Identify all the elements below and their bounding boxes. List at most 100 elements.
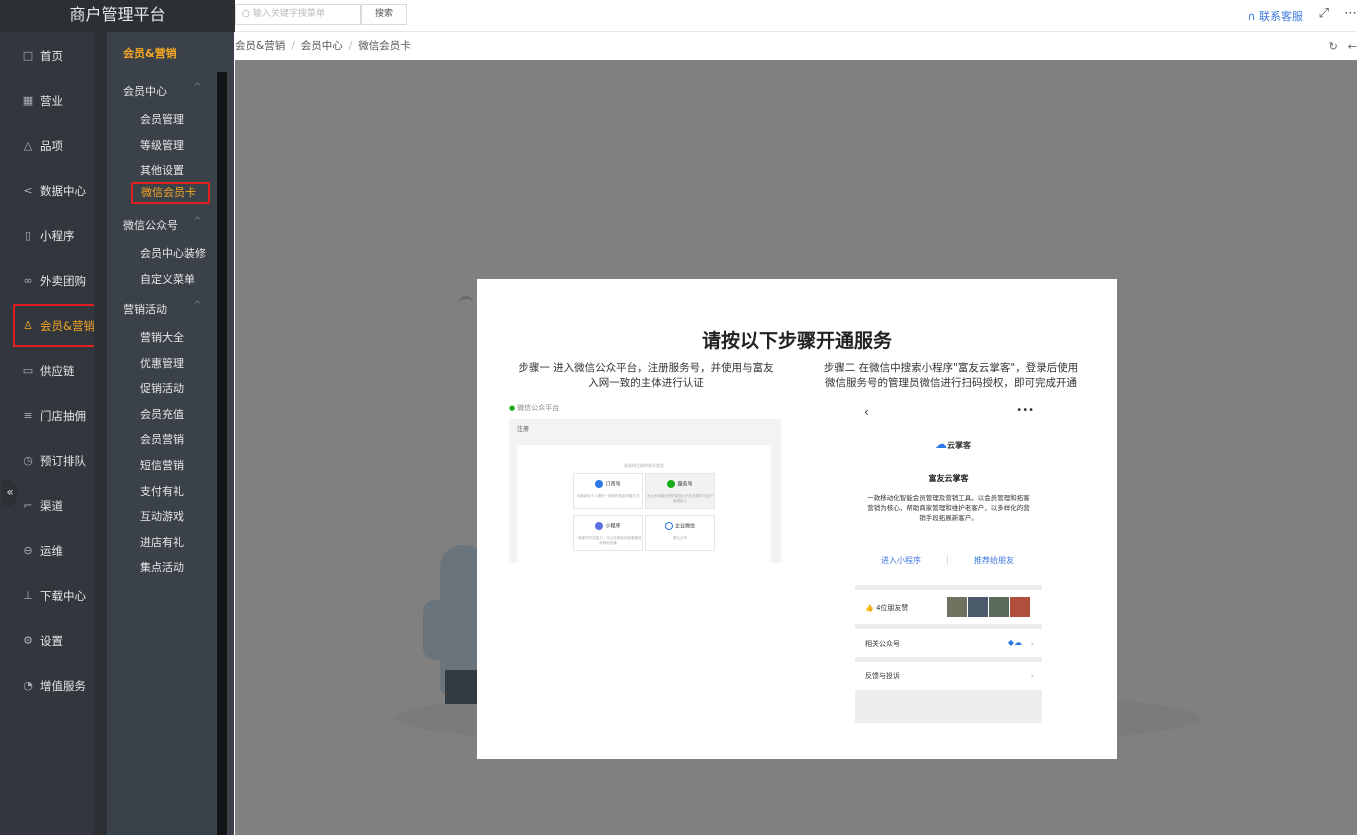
avatar: [968, 597, 988, 617]
wechat-platform-header: ● 微信公众平台: [509, 403, 781, 413]
step-two-text: 步骤二 在微信中搜索小程序"富友云掌客"，登录后使用 微信服务号的管理员微信进行…: [811, 361, 1091, 391]
submenu-item[interactable]: 进店有礼: [140, 534, 184, 550]
section-gap: [855, 585, 1042, 590]
avatar: [947, 597, 967, 617]
avatar: [989, 597, 1009, 617]
submenu-item[interactable]: 支付有礼: [140, 483, 184, 499]
nav-item[interactable]: ⊥ 下载中心: [0, 573, 94, 618]
nav-item[interactable]: △ 品项: [0, 123, 94, 168]
breadcrumb: 会员&营销 / 会员中心 / 微信会员卡 ↻ ←: [235, 33, 1357, 60]
official-account-icon: ◆☁: [1007, 638, 1022, 647]
submenu-group-label: 营销活动: [123, 303, 167, 316]
enterprise-icon: [664, 522, 673, 530]
nav-item-label: 门店抽佣: [40, 408, 86, 423]
headset-icon: ∩: [1247, 10, 1256, 23]
feedback-label: 反馈与投诉: [865, 672, 900, 680]
account-card-desc: 原企业号: [673, 536, 687, 540]
search-button[interactable]: 搜索: [361, 4, 407, 25]
chevron-up-icon: ^: [193, 300, 202, 311]
avatar: [1010, 597, 1030, 617]
submenu-item[interactable]: 集点活动: [140, 559, 184, 575]
account-type-panel: 请选择注册的账号类型 订阅号 为媒体和个人提供一种新的信息传播方式 服务号 为企业和…: [517, 445, 771, 563]
nav-item[interactable]: □ 首页: [0, 33, 94, 78]
nav-item[interactable]: ◷ 预订排队: [0, 438, 94, 483]
submenu-edge: [94, 32, 107, 835]
search-icon: ○: [242, 9, 250, 19]
submenu-item[interactable]: 微信会员卡: [131, 182, 210, 204]
wechat-platform-label: 微信公众平台: [517, 404, 560, 412]
step-one-text: 步骤一 进入微信公众平台，注册服务号，并使用与富友 入网一致的主体进行认证: [505, 361, 787, 391]
crop-icon: ⌐: [23, 499, 33, 512]
top-bar: ○ 输入关键字搜菜单 搜索 ∩ 联系客服 ⤢ ⋯: [235, 0, 1357, 32]
nav-item[interactable]: ♙ 会员&营销: [12, 303, 105, 348]
fullscreen-icon[interactable]: ⤢: [1319, 6, 1329, 21]
nav-item[interactable]: ⊖ 运维: [0, 528, 94, 573]
submenu-group-label: 会员中心: [123, 85, 167, 98]
chevron-up-icon: ^: [193, 216, 202, 227]
submenu-group-label: 微信公众号: [123, 219, 178, 232]
submenu-item[interactable]: 会员中心装修: [140, 245, 206, 261]
home-icon: □: [22, 49, 34, 62]
submenu-item[interactable]: 其他设置: [140, 162, 184, 178]
friend-avatars: [947, 597, 1035, 617]
breadcrumb-separator: /: [291, 40, 295, 52]
subscription-icon: [595, 480, 604, 488]
contact-support-label: 联系客服: [1259, 10, 1303, 23]
breadcrumb-item[interactable]: 会员中心: [301, 40, 343, 52]
thumbs-up-icon: 👍: [865, 604, 874, 612]
submenu-item[interactable]: 自定义菜单: [140, 271, 195, 287]
chevron-up-icon: ^: [193, 82, 202, 93]
contact-support-link[interactable]: ∩ 联系客服: [1247, 8, 1303, 24]
search-input[interactable]: ○ 输入关键字搜菜单: [235, 4, 361, 25]
submenu-item[interactable]: 互动游戏: [140, 508, 184, 524]
recommend-friend-label: 推荐给朋友: [974, 556, 1014, 565]
wrench-icon: ⊖: [23, 544, 33, 557]
truck-icon: ▭: [22, 364, 34, 377]
register-panel: 请选择注册的账号类型 订阅号 为媒体和个人提供一种新的信息传播方式 服务号 为企业和…: [509, 437, 781, 563]
submenu-item[interactable]: 促销活动: [140, 380, 184, 396]
refresh-icon[interactable]: ↻: [1329, 40, 1338, 53]
breadcrumb-item[interactable]: 会员&营销: [235, 40, 285, 52]
account-card-label: 小程序: [605, 523, 621, 530]
submenu-item[interactable]: 短信营销: [140, 457, 184, 473]
nav-item[interactable]: ▯ 小程序: [0, 213, 94, 258]
submenu-item[interactable]: 会员管理: [140, 111, 184, 127]
submenu-item[interactable]: 会员充值: [140, 406, 184, 422]
submenu-item[interactable]: 优惠管理: [140, 355, 184, 371]
submenu-item[interactable]: 等级管理: [140, 137, 184, 153]
dialog-title: 请按以下步骤开通服务: [701, 330, 892, 352]
submenu-item[interactable]: 营销大全: [140, 329, 184, 345]
share-icon: <: [23, 184, 33, 197]
database-icon: ≡: [23, 409, 33, 422]
submenu-group[interactable]: 会员中心 ^: [123, 82, 201, 99]
more-icon[interactable]: ⋯: [1344, 6, 1357, 21]
download-icon: ⊥: [23, 589, 33, 602]
submenu-group[interactable]: 营销活动 ^: [123, 300, 201, 317]
nav-item[interactable]: ⚙ 设置: [0, 618, 94, 663]
page-actions: ↻ ←: [1319, 33, 1357, 60]
wechat-platform-screenshot: ● 微信公众平台 注册 请选择注册的账号类型 订阅号 为媒体和个人提供一种新的信息传…: [509, 403, 781, 563]
nav-item-label: 增值服务: [40, 678, 86, 693]
nav-item[interactable]: ▦ 营业: [0, 78, 94, 123]
nav-item[interactable]: ▭ 供应链: [0, 348, 94, 393]
submenu-group[interactable]: 微信公众号 ^: [123, 216, 201, 233]
account-card-desc: 为企业和组织提供更强大的业务服务与用户管理能力: [646, 494, 714, 503]
nav-item-label: 数据中心: [40, 183, 86, 198]
alarm-icon: ◔: [23, 679, 33, 692]
bike-icon: ∞: [23, 274, 33, 287]
miniprogram-screenshot: ‹ ••• ☁云掌客 富友云掌客 一款移动化智能会员管理及营销工具。以会员管理和…: [855, 403, 1042, 723]
nav-item[interactable]: < 数据中心: [0, 168, 94, 213]
submenu-item[interactable]: 会员营销: [140, 431, 184, 447]
miniprogram-description: 一款移动化智能会员管理及营销工具。以会员管理和拓客营销为核心，帮助商家管理和维护…: [867, 494, 1030, 522]
related-account-label: 相关公众号: [865, 640, 900, 648]
nav-item[interactable]: ◔ 增值服务: [0, 663, 94, 708]
account-card-enterprise: 企业微信 原企业号: [645, 515, 715, 551]
phone-footer: [855, 690, 1042, 723]
nav-item-label: 小程序: [40, 228, 75, 243]
account-card-subscription: 订阅号 为媒体和个人提供一种新的信息传播方式: [573, 473, 643, 509]
nav-item[interactable]: ∞ 外卖团购: [0, 258, 94, 303]
submenu-scrollbar[interactable]: [217, 72, 227, 835]
back-icon[interactable]: ←: [1348, 40, 1357, 53]
nav-item[interactable]: ≡ 门店抽佣: [0, 393, 94, 438]
calendar-icon: ▦: [22, 94, 34, 107]
